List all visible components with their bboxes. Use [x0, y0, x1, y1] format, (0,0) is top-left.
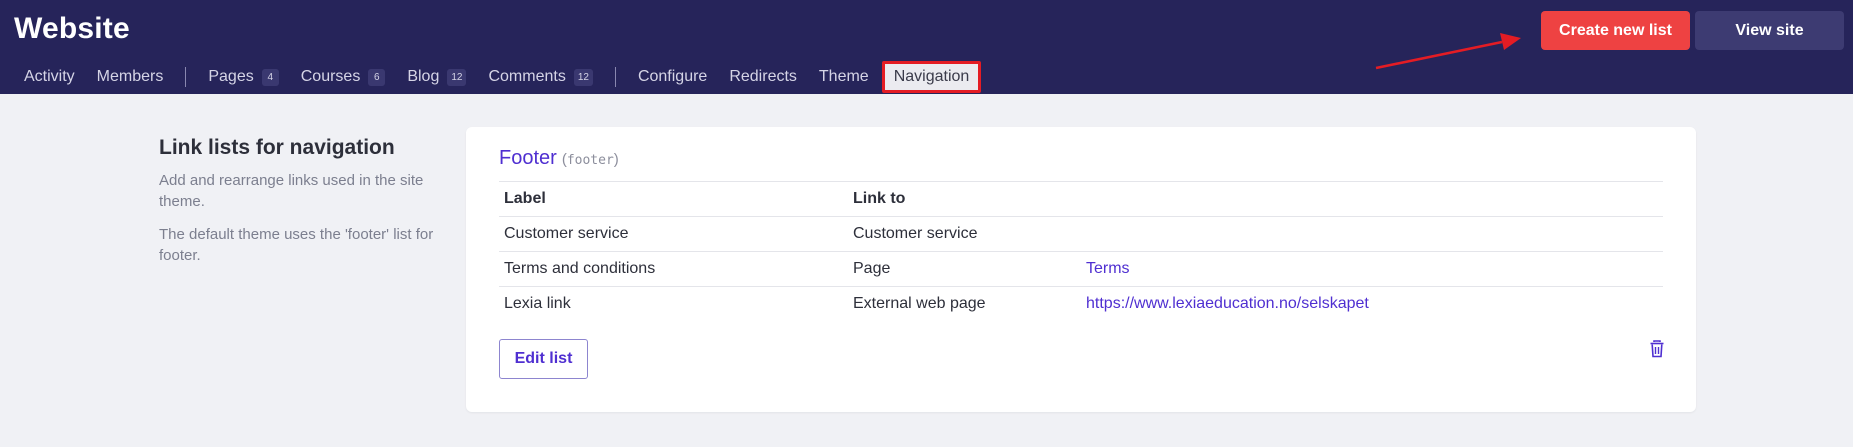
trash-icon[interactable]	[1649, 340, 1665, 358]
table-row: Customer service Customer service	[499, 216, 1663, 252]
header-actions: Create new list View site	[1541, 11, 1844, 50]
row-target: https://www.lexiaeducation.no/selskapet	[1081, 287, 1663, 322]
row-label: Terms and conditions	[504, 260, 656, 277]
row-target-link[interactable]: https://www.lexiaeducation.no/selskapet	[1086, 295, 1369, 312]
table-row: Terms and conditions Page Terms	[499, 251, 1663, 287]
tab-comments[interactable]: Comments 12	[477, 61, 603, 93]
section-description: Add and rearrange links used in the site…	[159, 172, 424, 210]
section-note: The default theme uses the 'footer' list…	[159, 226, 434, 264]
section-heading: Link lists for navigation	[159, 136, 395, 159]
list-slug-code: footer	[566, 153, 614, 168]
column-header-target	[1081, 182, 1663, 217]
list-title: Footer (footer)	[499, 147, 619, 170]
tab-label: Navigation	[893, 68, 970, 85]
create-new-list-button[interactable]: Create new list	[1541, 11, 1690, 50]
table-header-row: Label Link to	[499, 181, 1663, 217]
tab-redirects[interactable]: Redirects	[718, 61, 808, 93]
count-badge: 4	[261, 68, 279, 86]
row-link-type: External web page	[853, 295, 986, 313]
column-header-link: Link to	[853, 190, 906, 207]
row-link-type: Customer service	[853, 225, 978, 242]
tab-label: Members	[96, 68, 164, 85]
row-label: Customer service	[504, 225, 629, 242]
count-badge: 12	[447, 68, 467, 86]
list-slug: (footer)	[561, 151, 619, 168]
tab-label: Pages	[208, 68, 254, 85]
tab-label: Theme	[818, 68, 869, 85]
tab-label: Redirects	[729, 68, 797, 85]
row-link-type: Page	[853, 260, 891, 277]
count-badge: 6	[368, 68, 386, 86]
intro-panel: Link lists for navigation Add and rearra…	[159, 136, 459, 278]
page-title: Website	[14, 12, 130, 45]
tab-label: Activity	[24, 68, 75, 85]
list-name[interactable]: Footer	[499, 147, 557, 170]
edit-list-button[interactable]: Edit list	[499, 339, 588, 379]
tab-configure[interactable]: Configure	[627, 61, 718, 93]
tab-pages[interactable]: Pages 4	[197, 61, 289, 93]
row-target	[1081, 217, 1663, 252]
tab-courses[interactable]: Courses 6	[290, 61, 397, 93]
row-target-link[interactable]: Terms	[1086, 260, 1130, 277]
view-site-button[interactable]: View site	[1695, 11, 1844, 50]
tab-activity[interactable]: Activity	[13, 61, 86, 93]
top-bar: Website Create new list View site Activi…	[0, 0, 1853, 94]
tab-blog[interactable]: Blog 12	[396, 61, 477, 93]
table-row: Lexia link External web page https://www…	[499, 286, 1663, 322]
tab-label: Courses	[300, 68, 361, 85]
row-label: Lexia link	[504, 295, 571, 313]
section-nav: Activity Members Pages 4 Courses 6 Blog …	[13, 61, 982, 93]
nav-divider	[185, 67, 187, 87]
count-badge: 12	[573, 68, 593, 86]
link-list-card: Footer (footer) Label Link to Customer s…	[466, 127, 1696, 412]
nav-divider	[614, 67, 616, 87]
column-header-label: Label	[504, 190, 546, 207]
tab-label: Configure	[637, 68, 708, 85]
tab-label: Comments	[488, 68, 566, 85]
tab-members[interactable]: Members	[86, 61, 175, 93]
tab-navigation[interactable]: Navigation	[881, 61, 982, 93]
tab-theme[interactable]: Theme	[808, 61, 880, 93]
tab-label: Blog	[407, 68, 440, 85]
row-target: Terms	[1081, 252, 1663, 287]
links-table: Label Link to Customer service Customer …	[499, 181, 1663, 322]
